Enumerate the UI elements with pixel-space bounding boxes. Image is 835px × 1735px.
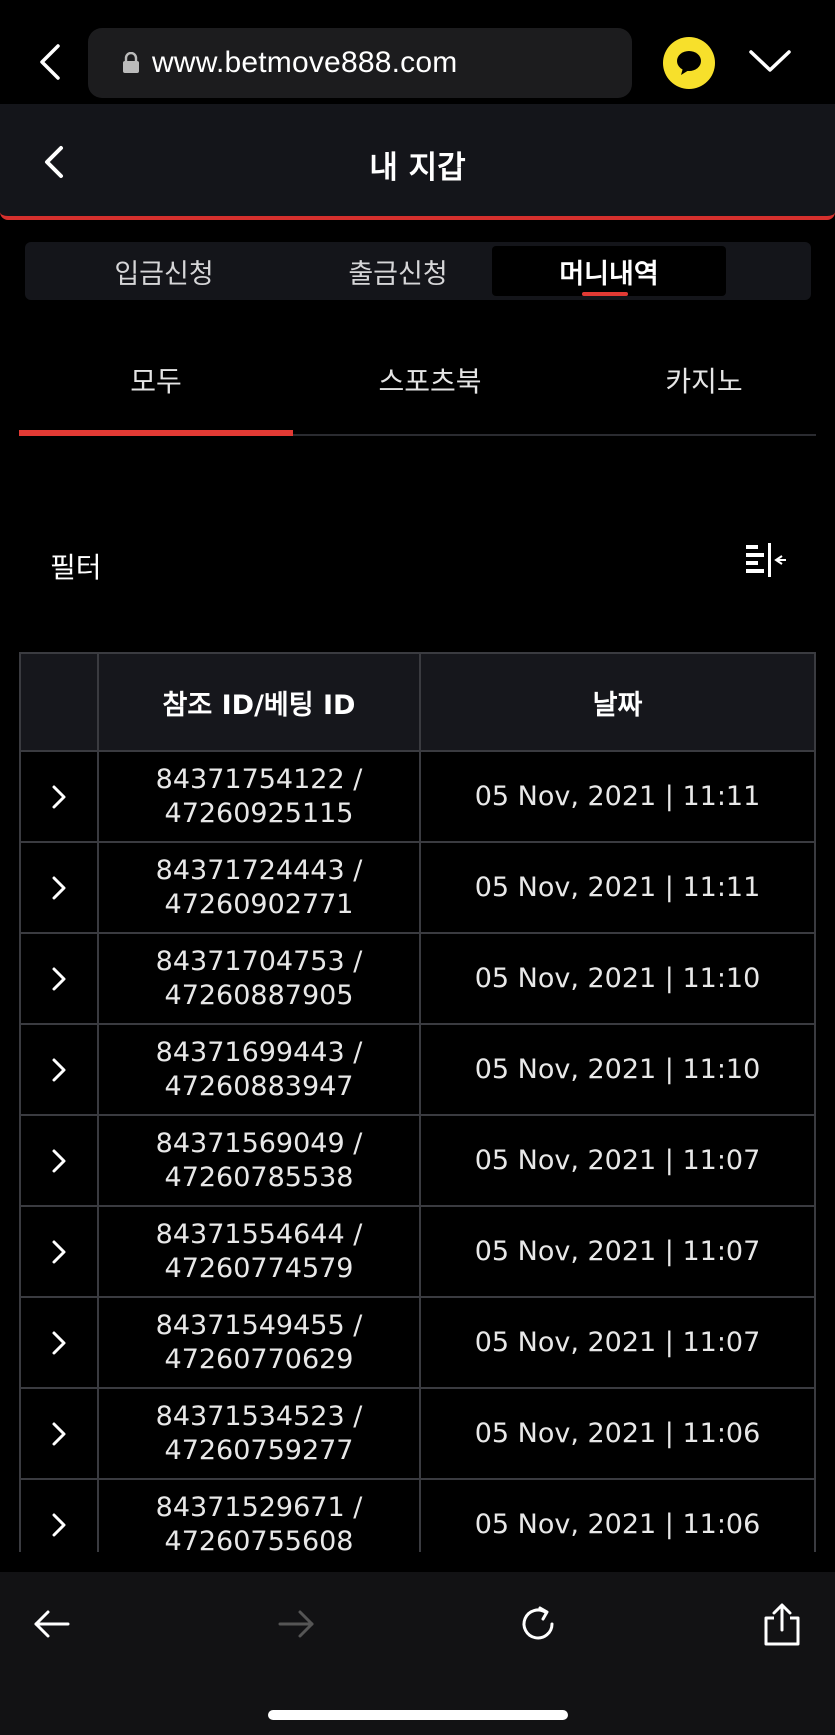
chevron-right-icon — [52, 1422, 66, 1446]
date-cell: 05 Nov, 2021 | 11:07 — [419, 1296, 816, 1389]
money-history-table: 참조 ID/베팅 ID 날짜 84371754122 /47260925115 0… — [19, 652, 816, 1552]
header-date: 날짜 — [419, 652, 816, 752]
chevron-right-icon — [52, 785, 66, 809]
chevron-right-icon — [52, 1513, 66, 1537]
chevron-down-icon[interactable] — [748, 48, 792, 76]
table-row[interactable]: 84371724443 /47260902771 05 Nov, 2021 | 1… — [19, 841, 816, 934]
ref-id: 84371704753 / — [155, 945, 363, 977]
table-row[interactable]: 84371569049 /47260785538 05 Nov, 2021 | 1… — [19, 1114, 816, 1207]
active-category-indicator — [19, 430, 293, 436]
ref-bet-id-cell: 84371529671 /47260755608 — [97, 1478, 421, 1553]
ref-bet-id-cell: 84371534523 /47260759277 — [97, 1387, 421, 1480]
ref-id: 84371724443 / — [155, 854, 363, 886]
row-expand-button[interactable] — [19, 1023, 99, 1116]
ref-id: 84371534523 / — [155, 1400, 363, 1432]
ref-id: 84371754122 / — [155, 763, 363, 795]
browser-bottom-toolbar — [0, 1572, 835, 1735]
ref-bet-id-cell: 84371549455 /47260770629 — [97, 1296, 421, 1389]
header-expand — [19, 652, 99, 752]
ref-id: 84371554644 / — [155, 1218, 363, 1250]
bet-id: 47260887905 — [164, 979, 354, 1011]
bet-id: 47260770629 — [164, 1343, 354, 1375]
ref-id: 84371549455 / — [155, 1309, 363, 1341]
kakao-chat-icon — [677, 51, 701, 75]
row-expand-button[interactable] — [19, 1114, 99, 1207]
share-icon[interactable] — [760, 1602, 804, 1646]
row-expand-button[interactable] — [19, 841, 99, 934]
table-row[interactable]: 84371534523 /47260759277 05 Nov, 2021 | 1… — [19, 1387, 816, 1480]
chevron-right-icon — [52, 967, 66, 991]
row-expand-button[interactable] — [19, 750, 99, 843]
date-cell: 05 Nov, 2021 | 11:07 — [419, 1114, 816, 1207]
bet-id: 47260755608 — [164, 1525, 354, 1553]
tab-withdraw[interactable]: 출금신청 — [281, 246, 515, 296]
header-ref-id: 참조 ID/베팅 ID — [97, 652, 421, 752]
date-cell: 05 Nov, 2021 | 11:11 — [419, 841, 816, 934]
kakao-chat-button[interactable] — [663, 37, 715, 89]
page-title: 내 지갑 — [369, 150, 466, 186]
chevron-right-icon — [52, 1240, 66, 1264]
bet-id: 47260883947 — [164, 1070, 354, 1102]
active-tab-underline — [582, 292, 628, 296]
tab-sportsbook[interactable]: 스포츠북 — [293, 360, 567, 400]
chevron-right-icon — [52, 1331, 66, 1355]
wallet-segment-tabs: 입금신청 출금신청 머니내역 — [25, 242, 811, 300]
date-cell: 05 Nov, 2021 | 11:10 — [419, 1023, 816, 1116]
filter-icon[interactable] — [744, 543, 786, 579]
date-cell: 05 Nov, 2021 | 11:11 — [419, 750, 816, 843]
table-row[interactable]: 84371699443 /47260883947 05 Nov, 2021 | 1… — [19, 1023, 816, 1116]
table-row[interactable]: 84371754122 /47260925115 05 Nov, 2021 | 1… — [19, 750, 816, 843]
bet-id: 47260925115 — [164, 797, 354, 829]
chevron-right-icon — [52, 876, 66, 900]
ref-id: 84371569049 / — [155, 1127, 363, 1159]
date-cell: 05 Nov, 2021 | 11:07 — [419, 1205, 816, 1298]
tab-all[interactable]: 모두 — [19, 360, 293, 400]
table-row[interactable]: 84371704753 /47260887905 05 Nov, 2021 | 1… — [19, 932, 816, 1025]
table-row[interactable]: 84371549455 /47260770629 05 Nov, 2021 | 1… — [19, 1296, 816, 1389]
lock-icon — [123, 52, 139, 73]
arrow-right-icon — [278, 1610, 314, 1638]
row-expand-button[interactable] — [19, 1296, 99, 1389]
bet-id: 47260785538 — [164, 1161, 354, 1193]
row-expand-button[interactable] — [19, 1205, 99, 1298]
date-cell: 05 Nov, 2021 | 11:06 — [419, 1478, 816, 1552]
address-bar[interactable]: www.betmove888.com — [88, 28, 632, 98]
app-header: 내 지갑 — [0, 104, 835, 220]
ref-bet-id-cell: 84371569049 /47260785538 — [97, 1114, 421, 1207]
url-text: www.betmove888.com — [152, 46, 458, 79]
ref-id: 84371529671 / — [155, 1491, 363, 1523]
browser-top-bar: www.betmove888.com — [0, 0, 835, 104]
table-header-row: 참조 ID/베팅 ID 날짜 — [19, 652, 816, 752]
row-expand-button[interactable] — [19, 932, 99, 1025]
ref-id: 84371699443 / — [155, 1036, 363, 1068]
bet-id: 47260902771 — [164, 888, 354, 920]
bet-id: 47260774579 — [164, 1252, 354, 1284]
filter-label[interactable]: 필터 — [50, 546, 102, 586]
ref-bet-id-cell: 84371699443 /47260883947 — [97, 1023, 421, 1116]
date-cell: 05 Nov, 2021 | 11:06 — [419, 1387, 816, 1480]
chevron-left-icon[interactable] — [36, 44, 64, 80]
ref-bet-id-cell: 84371704753 /47260887905 — [97, 932, 421, 1025]
bet-id: 47260759277 — [164, 1434, 354, 1466]
chevron-right-icon — [52, 1149, 66, 1173]
tab-casino[interactable]: 카지노 — [567, 360, 835, 400]
date-cell: 05 Nov, 2021 | 11:10 — [419, 932, 816, 1025]
table-row[interactable]: 84371554644 /47260774579 05 Nov, 2021 | 1… — [19, 1205, 816, 1298]
chevron-right-icon — [52, 1058, 66, 1082]
category-tabs: 모두 스포츠북 카지노 — [19, 340, 816, 436]
arrow-left-icon[interactable] — [30, 1602, 74, 1646]
ref-bet-id-cell: 84371754122 /47260925115 — [97, 750, 421, 843]
row-expand-button[interactable] — [19, 1478, 99, 1552]
tab-money-history[interactable]: 머니내역 — [492, 246, 726, 296]
reload-icon[interactable] — [516, 1602, 560, 1646]
ref-bet-id-cell: 84371554644 /47260774579 — [97, 1205, 421, 1298]
tab-deposit[interactable]: 입금신청 — [47, 246, 281, 296]
home-indicator[interactable] — [268, 1710, 568, 1720]
ref-bet-id-cell: 84371724443 /47260902771 — [97, 841, 421, 934]
row-expand-button[interactable] — [19, 1387, 99, 1480]
table-row[interactable]: 84371529671 /47260755608 05 Nov, 2021 | 1… — [19, 1478, 816, 1553]
